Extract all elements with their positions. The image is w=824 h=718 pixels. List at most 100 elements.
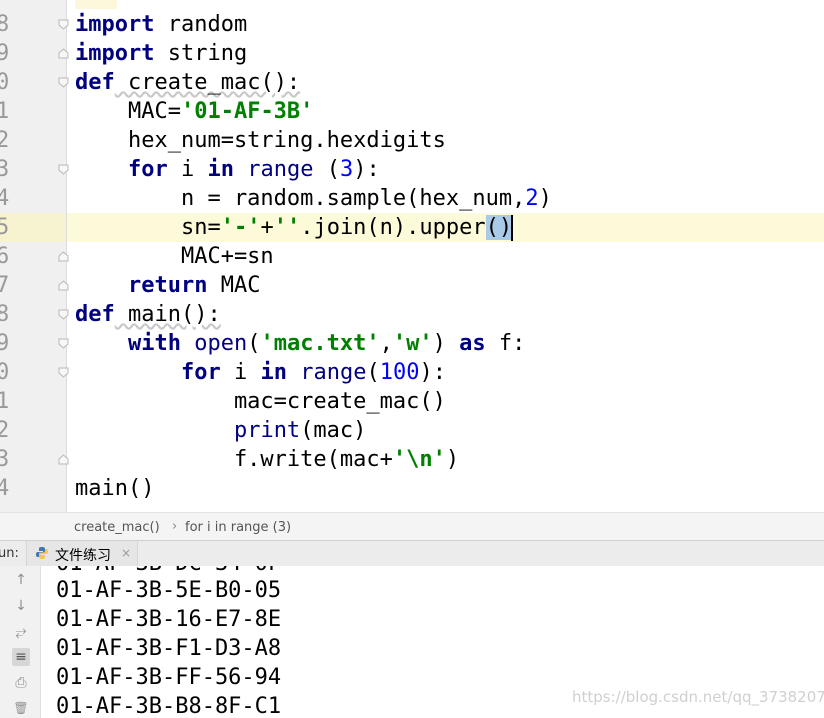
line-number: 1 [0, 389, 10, 414]
run-tab[interactable]: 文件练习 × [26, 541, 138, 567]
code-token: def [75, 70, 115, 95]
code-token: string [154, 41, 248, 66]
arrow-up-icon[interactable]: ↑ [12, 571, 30, 589]
code-token: create_mac(): [114, 70, 301, 95]
breadcrumb-item-function[interactable]: create_mac() [74, 520, 160, 535]
code-token: import [75, 41, 155, 66]
code-token: 3 [339, 157, 354, 182]
fold-start-icon[interactable] [58, 164, 69, 175]
close-icon[interactable]: × [121, 546, 131, 560]
code-token: with [127, 331, 181, 356]
code-line-for-range-100[interactable]: for i in range(100): [75, 358, 446, 387]
fold-end-icon[interactable] [58, 251, 69, 262]
line-number: 4 [0, 186, 10, 211]
code-token: as [459, 331, 486, 356]
code-token: f.write(mac+ [75, 447, 393, 472]
code-line-random-sample[interactable]: n = random.sample(hex_num,2) [75, 184, 552, 213]
code-line-with-open[interactable]: with open('mac.txt','w') as f: [75, 329, 525, 358]
code-token: sn= [75, 215, 221, 240]
code-token: ( [313, 157, 340, 182]
breadcrumb: create_mac() › for i in range (3) [0, 512, 824, 541]
code-token: f: [485, 331, 526, 356]
code-token: '-' [220, 215, 261, 240]
code-token: ): [419, 360, 446, 385]
code-token: MAC= [75, 99, 181, 124]
code-token: i [167, 157, 208, 182]
scroll-to-end-icon[interactable]: ≡ [12, 648, 30, 666]
code-token: , [379, 331, 393, 356]
code-token: main(): [114, 302, 221, 327]
code-line-def-create-mac[interactable]: def create_mac(): [75, 68, 300, 97]
code-line-mac-create[interactable]: mac=create_mac() [75, 387, 446, 416]
code-line-def-main[interactable]: def main(): [75, 300, 221, 329]
code-line-import-random[interactable]: import random [75, 10, 247, 39]
fold-start-icon[interactable] [58, 77, 69, 88]
run-label: un: [0, 546, 19, 561]
code-line-hex-num[interactable]: hex_num=string.hexdigits [75, 126, 446, 155]
code-token: (mac) [300, 418, 367, 443]
line-number: 0 [0, 360, 10, 385]
code-token: in [260, 360, 287, 385]
code-line-return[interactable]: return MAC [75, 271, 260, 300]
trash-icon[interactable]: 🗑 [12, 699, 30, 717]
code-token: MAC+=sn [75, 244, 274, 269]
run-toolbar: ↑ ↓ ⥂ ≡ ⎙ 🗑 [0, 566, 41, 718]
console-line: 01-AF-3B-B8-8F-C1 [56, 694, 282, 718]
code-token: '01-AF-3B' [180, 99, 314, 124]
code-line-mac-append[interactable]: MAC+=sn [75, 242, 274, 271]
fold-start-icon[interactable] [58, 338, 69, 349]
code-editor[interactable]: 89012345678901234 import random import st… [0, 0, 824, 512]
code-token: 100 [379, 360, 420, 385]
text-caret [511, 215, 514, 241]
code-line-mac-assign[interactable]: MAC='01-AF-3B' [75, 97, 313, 126]
arrow-down-icon[interactable]: ↓ [12, 597, 30, 615]
code-token: ): [353, 157, 380, 182]
fold-end-icon[interactable] [58, 280, 69, 291]
fold-start-icon[interactable] [58, 309, 69, 320]
line-number: 3 [0, 447, 10, 472]
line-number: 7 [0, 273, 10, 298]
soft-wrap-icon[interactable]: ⥂ [12, 623, 30, 641]
code-line-main-call[interactable]: main() [75, 474, 154, 503]
line-number: 8 [0, 12, 10, 37]
line-number: 2 [0, 128, 10, 153]
console-line: 01-AF-3B-FF-56-94 [56, 665, 282, 690]
previous-line-highlight [75, 0, 117, 9]
print-icon[interactable]: ⎙ [12, 674, 30, 692]
breadcrumb-separator: › [172, 519, 178, 534]
line-number: 4 [0, 476, 10, 501]
code-line-print[interactable]: print(mac) [75, 416, 366, 445]
fold-end-icon[interactable] [58, 454, 69, 465]
code-token: ( [247, 331, 261, 356]
code-token: .join(n).upper [300, 215, 486, 240]
code-token: def [75, 302, 115, 327]
code-token: for [127, 157, 168, 182]
code-token: + [260, 215, 274, 240]
fold-end-icon[interactable] [58, 48, 69, 59]
fold-start-icon[interactable] [58, 19, 69, 30]
code-token: random [154, 12, 248, 37]
fold-start-icon[interactable] [58, 367, 69, 378]
code-line-sn-join[interactable]: sn='-'+''.join(n).upper() [75, 213, 514, 242]
breadcrumb-item-loop[interactable]: for i in range (3) [185, 520, 291, 535]
code-token: import [75, 12, 155, 37]
code-line-import-string[interactable]: import string [75, 39, 247, 68]
code-token: n = random.sample(hex_num, [75, 186, 526, 211]
code-token: '\n' [392, 447, 446, 472]
line-number: 0 [0, 70, 10, 95]
line-number: 3 [0, 157, 10, 182]
code-token: return [127, 273, 208, 298]
code-token: 'w' [392, 331, 433, 356]
line-number: 2 [0, 418, 10, 443]
code-line-write[interactable]: f.write(mac+'\n') [75, 445, 459, 474]
code-token: range [300, 360, 367, 385]
code-line-for-range-3[interactable]: for i in range (3): [75, 155, 380, 184]
code-token: MAC [207, 273, 261, 298]
code-token: main() [75, 476, 155, 501]
code-token: '' [273, 215, 301, 240]
